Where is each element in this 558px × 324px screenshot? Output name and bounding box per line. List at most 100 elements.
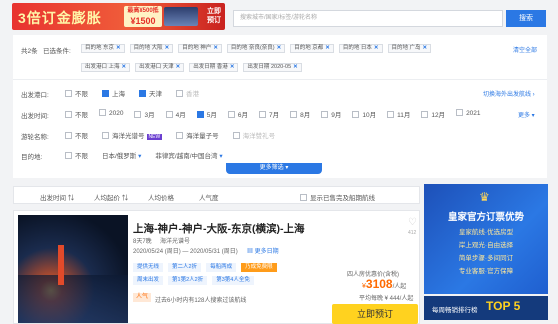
checkbox[interactable]: [134, 111, 142, 118]
checkbox: [176, 90, 183, 97]
checkbox[interactable]: [196, 111, 204, 118]
checkbox[interactable]: [456, 109, 464, 116]
time-option[interactable]: 不限: [65, 109, 88, 119]
option-label: 7月: [268, 112, 280, 119]
option-label: 9月: [331, 112, 342, 119]
cruise-title[interactable]: 上海-神户-神户-大阪-东京(横滨)-上海: [133, 221, 304, 236]
dest-option-philippines[interactable]: 菲律宾/越南/中国台湾 ▾: [155, 150, 222, 160]
more-dates-link[interactable]: ▦ 更多日期: [247, 246, 279, 255]
ship-option-any[interactable]: 不限: [65, 130, 88, 140]
selected-tag[interactable]: 出发港口 上海 ✕: [81, 63, 131, 72]
switch-overseas-link[interactable]: 切换海外出发航线 ›: [483, 89, 535, 98]
port-option[interactable]: 天津: [139, 88, 162, 98]
option-label: 12月: [431, 112, 446, 119]
close-icon[interactable]: ✕: [116, 45, 121, 51]
selected-tag[interactable]: 目的地 广岛 ✕: [387, 44, 432, 53]
close-icon[interactable]: ✕: [325, 45, 330, 51]
checkbox[interactable]: [300, 194, 307, 201]
close-icon[interactable]: ✕: [176, 64, 181, 70]
checkbox[interactable]: [227, 111, 235, 118]
sort-price-from[interactable]: 人均起价 ⇅: [94, 192, 128, 202]
checkbox[interactable]: [352, 111, 360, 118]
selected-tag[interactable]: 目的地 京都 ✕: [290, 44, 334, 53]
selected-tag[interactable]: 目的地 东京 ✕: [81, 44, 125, 53]
checkbox[interactable]: [421, 111, 429, 118]
promo-banner[interactable]: 3倍订金膨胀 最高¥500抵 ¥1500 立即预订: [12, 3, 225, 30]
selected-tag[interactable]: 目的地 大阪 ✕: [129, 44, 174, 53]
search-button[interactable]: 搜索: [506, 10, 546, 27]
banner-headline: 3倍订金膨胀: [18, 10, 102, 26]
royal-advantages-ad[interactable]: ♛ 皇家官方订票优势 皇家航线·优选房型 岸上观光·自由选择 简单步骤·多间同订…: [424, 184, 548, 294]
close-icon[interactable]: ✕: [230, 64, 235, 70]
checkbox[interactable]: [258, 111, 266, 118]
time-option[interactable]: 12月: [421, 109, 445, 119]
selected-tag-label: 目的地 神户: [182, 45, 212, 51]
hot-badge: 人气: [133, 293, 152, 302]
heart-icon[interactable]: ♡: [408, 217, 417, 228]
ranking-label: 每周畅销排行榜: [432, 307, 478, 314]
time-option[interactable]: 2021: [456, 109, 481, 119]
dest-option-japan[interactable]: 日本/俄罗斯 ▾: [102, 150, 141, 160]
weekly-ranking-banner[interactable]: 每周畅销排行榜 TOP 5: [424, 296, 548, 320]
sort-popularity[interactable]: 人气度: [199, 192, 219, 202]
selected-tag-label: 目的地 东京: [85, 45, 115, 51]
cruise-photo[interactable]: [18, 215, 128, 323]
selected-tag-label: 目的地 广岛: [391, 45, 421, 51]
time-option[interactable]: 3月: [134, 109, 155, 119]
more-filters-button[interactable]: 更多筛选 ▾: [226, 163, 322, 174]
time-option[interactable]: 11月: [387, 109, 410, 119]
close-icon[interactable]: ✕: [423, 45, 428, 51]
checkbox[interactable]: [65, 152, 72, 159]
selected-tag[interactable]: 目的地 日本 ✕: [338, 44, 383, 53]
selected-tag[interactable]: 出发港口 天津 ✕: [135, 63, 185, 72]
time-option[interactable]: 8月: [290, 109, 310, 119]
checkbox[interactable]: [99, 109, 106, 116]
checkbox[interactable]: [290, 111, 298, 118]
checkbox[interactable]: [102, 132, 109, 139]
close-icon[interactable]: ✕: [293, 64, 298, 70]
clear-all-link[interactable]: 清空全部: [513, 45, 537, 54]
time-option[interactable]: 4月: [165, 109, 186, 119]
selected-tag[interactable]: 目的地 神户 ✕: [178, 44, 222, 53]
feature-tag: 周末出发: [133, 276, 164, 285]
time-option[interactable]: 5月: [196, 109, 217, 119]
time-option[interactable]: 2020: [99, 109, 123, 119]
selected-tag[interactable]: 出发日期 香港 ✕: [189, 63, 239, 72]
close-icon[interactable]: ✕: [277, 45, 282, 51]
close-icon[interactable]: ✕: [374, 45, 379, 51]
checkbox[interactable]: [165, 111, 173, 118]
book-now-button[interactable]: 立即预订: [332, 304, 418, 324]
close-icon[interactable]: ✕: [122, 64, 127, 70]
checkbox[interactable]: [176, 132, 184, 139]
checkbox[interactable]: [102, 90, 109, 97]
selected-tag[interactable]: 出发日期 2020-05 ✕: [243, 63, 302, 72]
checkbox[interactable]: [65, 111, 72, 118]
checkbox[interactable]: [321, 111, 329, 118]
close-icon[interactable]: ✕: [213, 45, 218, 51]
sort-avg-price[interactable]: 人均价格: [148, 192, 174, 202]
option-label: 海洋赞礼号: [242, 133, 276, 140]
time-option[interactable]: 10月: [352, 109, 376, 119]
checkbox[interactable]: [65, 90, 72, 97]
ship-option-spectrum[interactable]: 海洋光谱号 NEW: [102, 130, 163, 140]
show-soldout-option[interactable]: 显示已售完及船期航线: [300, 192, 375, 202]
dest-option-any[interactable]: 不限: [65, 150, 88, 160]
time-more-link[interactable]: 更多 ▾: [518, 110, 535, 119]
banner-cta[interactable]: 立即预订: [204, 7, 224, 25]
checkbox[interactable]: [387, 111, 395, 118]
ship-option-quantum[interactable]: 海洋量子号: [176, 130, 219, 140]
checkbox[interactable]: [65, 132, 72, 139]
time-option[interactable]: 9月: [321, 109, 341, 119]
sort-departure-time[interactable]: 出发时间 ⇅: [40, 192, 74, 202]
port-option[interactable]: 上海: [102, 88, 125, 98]
search-input[interactable]: 搜索城市/国家/标签/游轮名称: [233, 10, 503, 27]
checkbox[interactable]: [139, 90, 146, 97]
close-icon[interactable]: ✕: [165, 45, 170, 51]
selected-tag[interactable]: 目的地 奈良(奈良) ✕: [226, 44, 286, 53]
time-option[interactable]: 6月: [227, 109, 248, 119]
cruise-card[interactable]: 上海-神户-神户-大阪-东京(横滨)-上海 8天7晚 海洋光谱号 2020/05…: [13, 210, 420, 324]
port-option[interactable]: 不限: [65, 88, 88, 98]
port-option: 香港: [176, 88, 199, 98]
time-option[interactable]: 7月: [258, 109, 280, 119]
option-label: 不限: [75, 91, 88, 98]
